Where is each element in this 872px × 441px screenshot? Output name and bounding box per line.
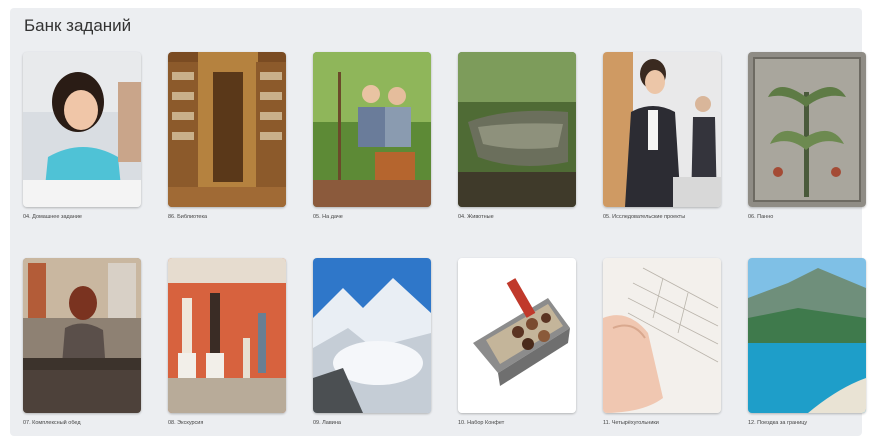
- chocolate-box-photo[interactable]: [458, 258, 576, 413]
- library-photo[interactable]: [168, 52, 286, 207]
- presentation-photo[interactable]: [603, 52, 721, 207]
- task-card-caption: 08. Экскурсия: [168, 420, 204, 426]
- task-card-caption: 04. Животные: [458, 214, 494, 220]
- task-card-caption: 07. Комплексный обед: [23, 420, 81, 426]
- task-card-homework[interactable]: 04. Домашнее задание: [23, 52, 141, 220]
- museum-photo[interactable]: [168, 258, 286, 413]
- task-card-dacha[interactable]: 05. На даче: [313, 52, 431, 220]
- cafe-photo[interactable]: [23, 258, 141, 413]
- task-card-candy[interactable]: 10. Набор Конфет: [458, 258, 576, 426]
- mosaic-photo[interactable]: [748, 52, 866, 207]
- task-card-excursion[interactable]: 08. Экскурсия: [168, 258, 286, 426]
- crocodile-photo[interactable]: [458, 52, 576, 207]
- task-card-caption: 06. Панно: [748, 214, 774, 220]
- task-card-caption: 12. Поездка за границу: [748, 420, 808, 426]
- task-card-library[interactable]: 86. Библиотека: [168, 52, 286, 220]
- task-card-lunch[interactable]: 07. Комплексный обед: [23, 258, 141, 426]
- task-card-caption: 86. Библиотека: [168, 214, 208, 220]
- task-card-avalanche[interactable]: 09. Лавина: [313, 258, 431, 426]
- task-card-caption: 09. Лавина: [313, 420, 341, 426]
- task-card-panno[interactable]: 06. Панно: [748, 52, 866, 220]
- child-homework-photo[interactable]: [23, 52, 141, 207]
- avalanche-photo[interactable]: [313, 258, 431, 413]
- geometry-paper-photo[interactable]: [603, 258, 721, 413]
- task-card-quadrilaterals[interactable]: 11. Четырёхугольники: [603, 258, 721, 426]
- task-card-caption: 10. Набор Конфет: [458, 420, 505, 426]
- task-card-trip-abroad[interactable]: 12. Поездка за границу: [748, 258, 866, 426]
- task-card-caption: 04. Домашнее задание: [23, 214, 82, 220]
- page-title: Банк заданий: [24, 16, 132, 35]
- task-card-caption: 05. Исследовательские проекты: [603, 214, 686, 220]
- garden-photo[interactable]: [313, 52, 431, 207]
- coast-photo[interactable]: [748, 258, 866, 413]
- task-card-animals[interactable]: 04. Животные: [458, 52, 576, 220]
- task-card-research[interactable]: 05. Исследовательские проекты: [603, 52, 721, 220]
- task-card-caption: 05. На даче: [313, 214, 343, 220]
- task-card-caption: 11. Четырёхугольники: [603, 420, 659, 426]
- task-bank-panel: Банк заданий 04. Домашнее задание 86. Би…: [10, 8, 866, 436]
